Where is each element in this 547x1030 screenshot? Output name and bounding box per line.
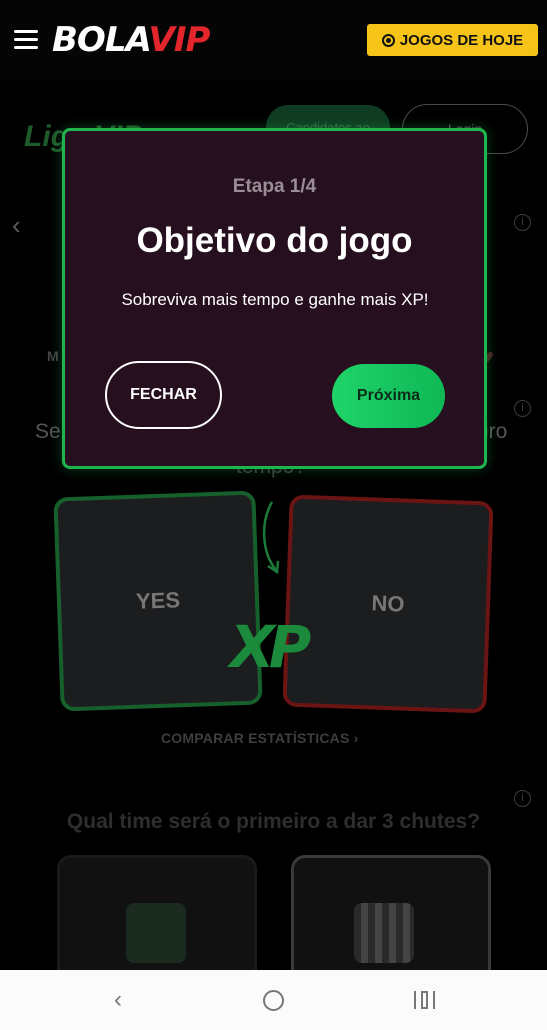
compare-stats-link[interactable]: COMPARAR ESTATÍSTICAS › (161, 730, 359, 746)
logo-bola-text: BOLA (52, 20, 149, 60)
modal-title: Objetivo do jogo (136, 221, 413, 260)
modal-step-indicator: Etapa 1/4 (232, 176, 317, 197)
target-icon (381, 33, 395, 47)
team-shirt-icon (354, 903, 414, 963)
jogos-de-hoje-button[interactable]: JOGOS DE HOJE (367, 24, 538, 56)
top-header: BOLAVIP JOGOS DE HOJE (0, 0, 547, 80)
recents-icon[interactable] (414, 991, 435, 1009)
jogos-de-hoje-label: JOGOS DE HOJE (399, 31, 524, 49)
yes-label: YES (135, 587, 181, 614)
bg-question-text: Qual time será o primeiro a dar 3 chutes… (66, 810, 481, 833)
info-icon[interactable]: i (514, 400, 531, 417)
xp-logo: XP (230, 613, 311, 681)
modal-description: Sobreviva mais tempo e ganhe mais XP! (121, 290, 429, 309)
no-label: NO (371, 590, 405, 617)
info-icon[interactable]: i (514, 214, 531, 231)
bolavip-logo[interactable]: BOLAVIP (52, 16, 211, 64)
system-nav-bar: ‹ (0, 970, 547, 1030)
curved-arrow-icon (262, 501, 280, 575)
chevron-left-icon[interactable]: ‹ (12, 210, 21, 241)
bg-letter: M (47, 348, 59, 364)
next-button[interactable]: Próxima (332, 364, 445, 428)
home-icon[interactable] (263, 990, 284, 1011)
back-icon[interactable]: ‹ (114, 986, 122, 1014)
info-icon[interactable]: i (514, 790, 531, 807)
team-shirt-icon (126, 903, 186, 963)
compare-stats-label: COMPARAR ESTATÍSTICAS (161, 730, 350, 746)
bg-question-start: Se (35, 420, 61, 443)
close-button[interactable]: FECHAR (105, 361, 222, 429)
logo-vip-text: VIP (148, 20, 211, 60)
tutorial-modal: Etapa 1/4 Objetivo do jogo Sobreviva mai… (62, 128, 487, 469)
chevron-right-icon: › (353, 730, 359, 746)
bg-question-end: iro (484, 420, 508, 443)
hamburger-menu-icon[interactable] (14, 30, 38, 50)
no-card[interactable]: NO (282, 494, 494, 714)
